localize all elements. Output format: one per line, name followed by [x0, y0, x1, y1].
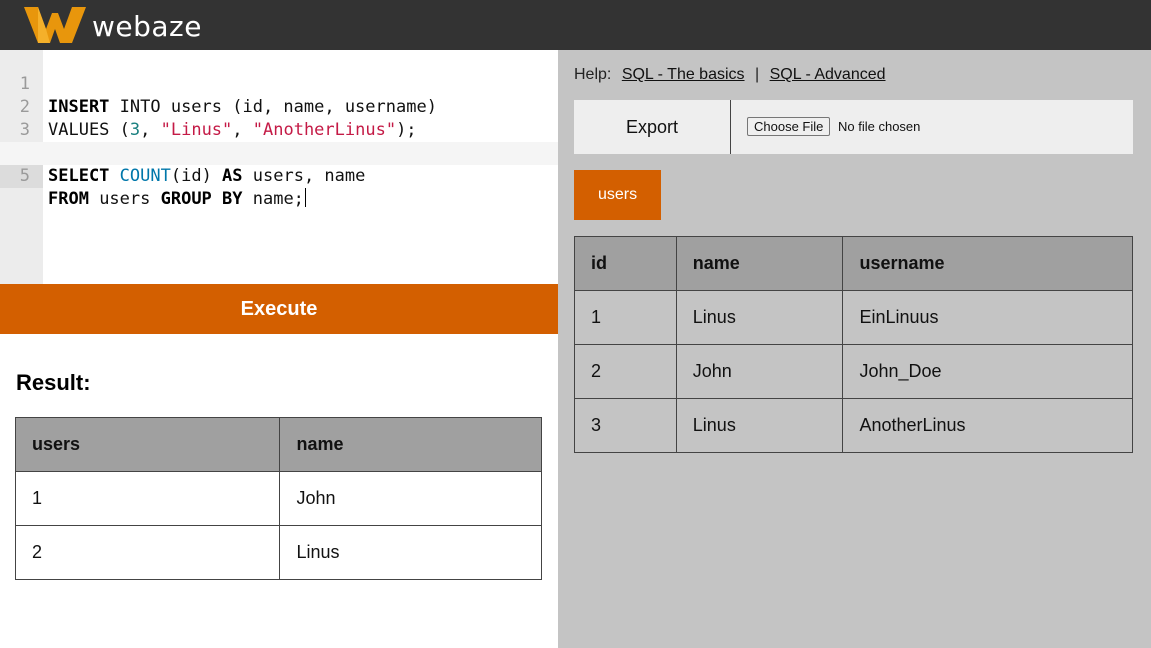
w-logo-icon[interactable]	[24, 7, 86, 43]
execute-button[interactable]: Execute	[0, 284, 558, 334]
table-cell: 2	[574, 344, 677, 399]
editor-line[interactable]: 1 INSERT INTO users (id, name, username)	[0, 50, 558, 117]
line-code: FROM users GROUP BY name;	[48, 188, 306, 209]
table-cell: John	[279, 471, 542, 526]
table-row: 1 John	[14, 471, 542, 526]
result-table: users name 1 John 2 Linus	[14, 417, 542, 580]
column-header: name	[675, 236, 844, 291]
query-panel: 1 INSERT INTO users (id, name, username)…	[0, 50, 558, 648]
help-separator: |	[754, 66, 760, 83]
table-cell: EinLinuus	[842, 290, 1133, 345]
export-button[interactable]: Export	[574, 100, 731, 154]
table-header-row: id name username	[574, 236, 1133, 291]
table-cell: 2	[14, 525, 281, 580]
column-header: username	[842, 236, 1133, 291]
table-cell: 1	[574, 290, 677, 345]
column-header: users	[14, 417, 281, 472]
table-cell: Linus	[675, 290, 844, 345]
brand-name: webaze	[92, 10, 202, 43]
text-cursor	[304, 188, 306, 207]
column-header: id	[574, 236, 677, 291]
help-link-basics[interactable]: SQL - The basics	[622, 66, 745, 83]
table-cell: AnotherLinus	[842, 398, 1133, 453]
table-row: 2 Linus	[14, 525, 542, 580]
tab-users[interactable]: users	[574, 170, 661, 220]
editor-line[interactable]: 2 VALUES (3, "Linus", "AnotherLinus");	[0, 73, 558, 140]
database-panel: Help: SQL - The basics | SQL - Advanced …	[558, 50, 1151, 648]
help-link-advanced[interactable]: SQL - Advanced	[770, 66, 886, 83]
table-header-row: users name	[14, 417, 542, 472]
sql-editor[interactable]: 1 INSERT INTO users (id, name, username)…	[0, 50, 558, 284]
table-cell: Linus	[675, 398, 844, 453]
help-bar: Help: SQL - The basics | SQL - Advanced	[574, 66, 886, 84]
table-row: 1 Linus EinLinuus	[574, 290, 1133, 345]
table-cell: John_Doe	[842, 344, 1133, 399]
choose-file-button[interactable]: Choose File	[747, 117, 831, 136]
editor-line[interactable]: 3	[0, 96, 558, 140]
editor-line[interactable]: 4 SELECT COUNT(id) AS users, name	[0, 119, 558, 186]
table-cell: Linus	[279, 525, 542, 580]
help-label: Help:	[574, 66, 612, 83]
app-header: webaze	[0, 0, 1151, 50]
column-header: name	[279, 417, 542, 472]
file-status: No file chosen	[838, 119, 921, 134]
editor-line-active[interactable]: 5 FROM users GROUP BY name;	[0, 142, 558, 209]
table-row: 2 John John_Doe	[574, 344, 1133, 399]
export-bar: Export Choose File No file chosen	[574, 100, 1133, 154]
table-cell: John	[675, 344, 844, 399]
users-table: id name username 1 Linus EinLinuus 2 Joh…	[574, 236, 1133, 453]
line-code: SELECT COUNT(id) AS users, name	[48, 166, 366, 186]
table-cell: 3	[574, 398, 677, 453]
file-input[interactable]: Choose File No file chosen	[747, 117, 920, 136]
table-row: 3 Linus AnotherLinus	[574, 398, 1133, 453]
table-cell: 1	[14, 471, 281, 526]
result-title: Result:	[16, 370, 91, 395]
line-number: 5	[0, 165, 43, 188]
